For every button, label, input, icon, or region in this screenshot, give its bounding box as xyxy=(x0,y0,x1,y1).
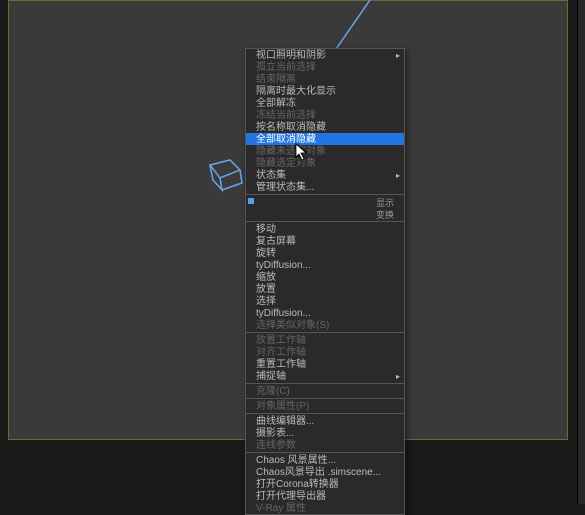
menu-item[interactable]: 旋转 xyxy=(246,247,404,259)
menu-item-label: 显示 xyxy=(376,197,394,208)
menu-item[interactable]: 移动 xyxy=(246,223,404,235)
menu-item[interactable]: 打开Corona转换器 xyxy=(246,478,404,490)
menu-item[interactable]: 全部解冻 xyxy=(246,97,404,109)
menu-item[interactable]: 管理状态集... xyxy=(246,181,404,193)
menu-item: 放置工作轴 xyxy=(246,334,404,346)
menu-item[interactable]: 缩放 xyxy=(246,271,404,283)
menu-item[interactable]: 变换 xyxy=(246,208,404,220)
menu-separator xyxy=(246,413,404,414)
menu-item: 冻结当前选择 xyxy=(246,109,404,121)
menu-item: 对齐工作轴 xyxy=(246,346,404,358)
menu-item: 孤立当前选择 xyxy=(246,61,404,73)
menu-separator xyxy=(246,194,404,195)
menu-item[interactable]: tyDiffusion... xyxy=(246,307,404,319)
menu-item[interactable]: 视口照明和阴影 xyxy=(246,49,404,61)
menu-item: 对象属性(P) xyxy=(246,400,404,412)
menu-item[interactable]: 捕捉轴 xyxy=(246,370,404,382)
context-menu[interactable]: 视口照明和阴影孤立当前选择结束隔离隔离时最大化显示全部解冻冻结当前选择按名称取消… xyxy=(245,48,405,515)
menu-item[interactable]: tyDiffusion... xyxy=(246,259,404,271)
menu-item[interactable]: Chaos 风景属性... xyxy=(246,454,404,466)
menu-item[interactable]: 全部取消隐藏 xyxy=(246,133,404,145)
menu-item-label: 变换 xyxy=(376,209,394,220)
menu-item[interactable]: 打开代理导出器 xyxy=(246,490,404,502)
menu-item[interactable]: 显示 xyxy=(246,196,404,208)
menu-item[interactable]: 按名称取消隐藏 xyxy=(246,121,404,133)
right-panel-edge xyxy=(577,0,585,504)
menu-item[interactable]: 放置 xyxy=(246,283,404,295)
menu-item: 隐藏未选定对象 xyxy=(246,145,404,157)
menu-item[interactable]: 摄影表... xyxy=(246,427,404,439)
menu-item: 克隆(C) xyxy=(246,385,404,397)
menu-separator xyxy=(246,452,404,453)
menu-item: 选择类似对象(S) xyxy=(246,319,404,331)
menu-item: 隐藏选定对象 xyxy=(246,157,404,169)
menu-item: 结束隔离 xyxy=(246,73,404,85)
menu-item[interactable]: 状态集 xyxy=(246,169,404,181)
menu-separator xyxy=(246,221,404,222)
menu-item[interactable]: 曲线编辑器... xyxy=(246,415,404,427)
menu-item[interactable]: 重置工作轴 xyxy=(246,358,404,370)
menu-item[interactable]: 选择 xyxy=(246,295,404,307)
menu-item[interactable]: 隔离时最大化显示 xyxy=(246,85,404,97)
menu-item: 连线参数 xyxy=(246,439,404,451)
menu-item[interactable]: Chaos风景导出 .simscene... xyxy=(246,466,404,478)
menu-separator xyxy=(246,398,404,399)
menu-separator xyxy=(246,332,404,333)
menu-item[interactable]: 复古屏幕 xyxy=(246,235,404,247)
menu-separator xyxy=(246,383,404,384)
